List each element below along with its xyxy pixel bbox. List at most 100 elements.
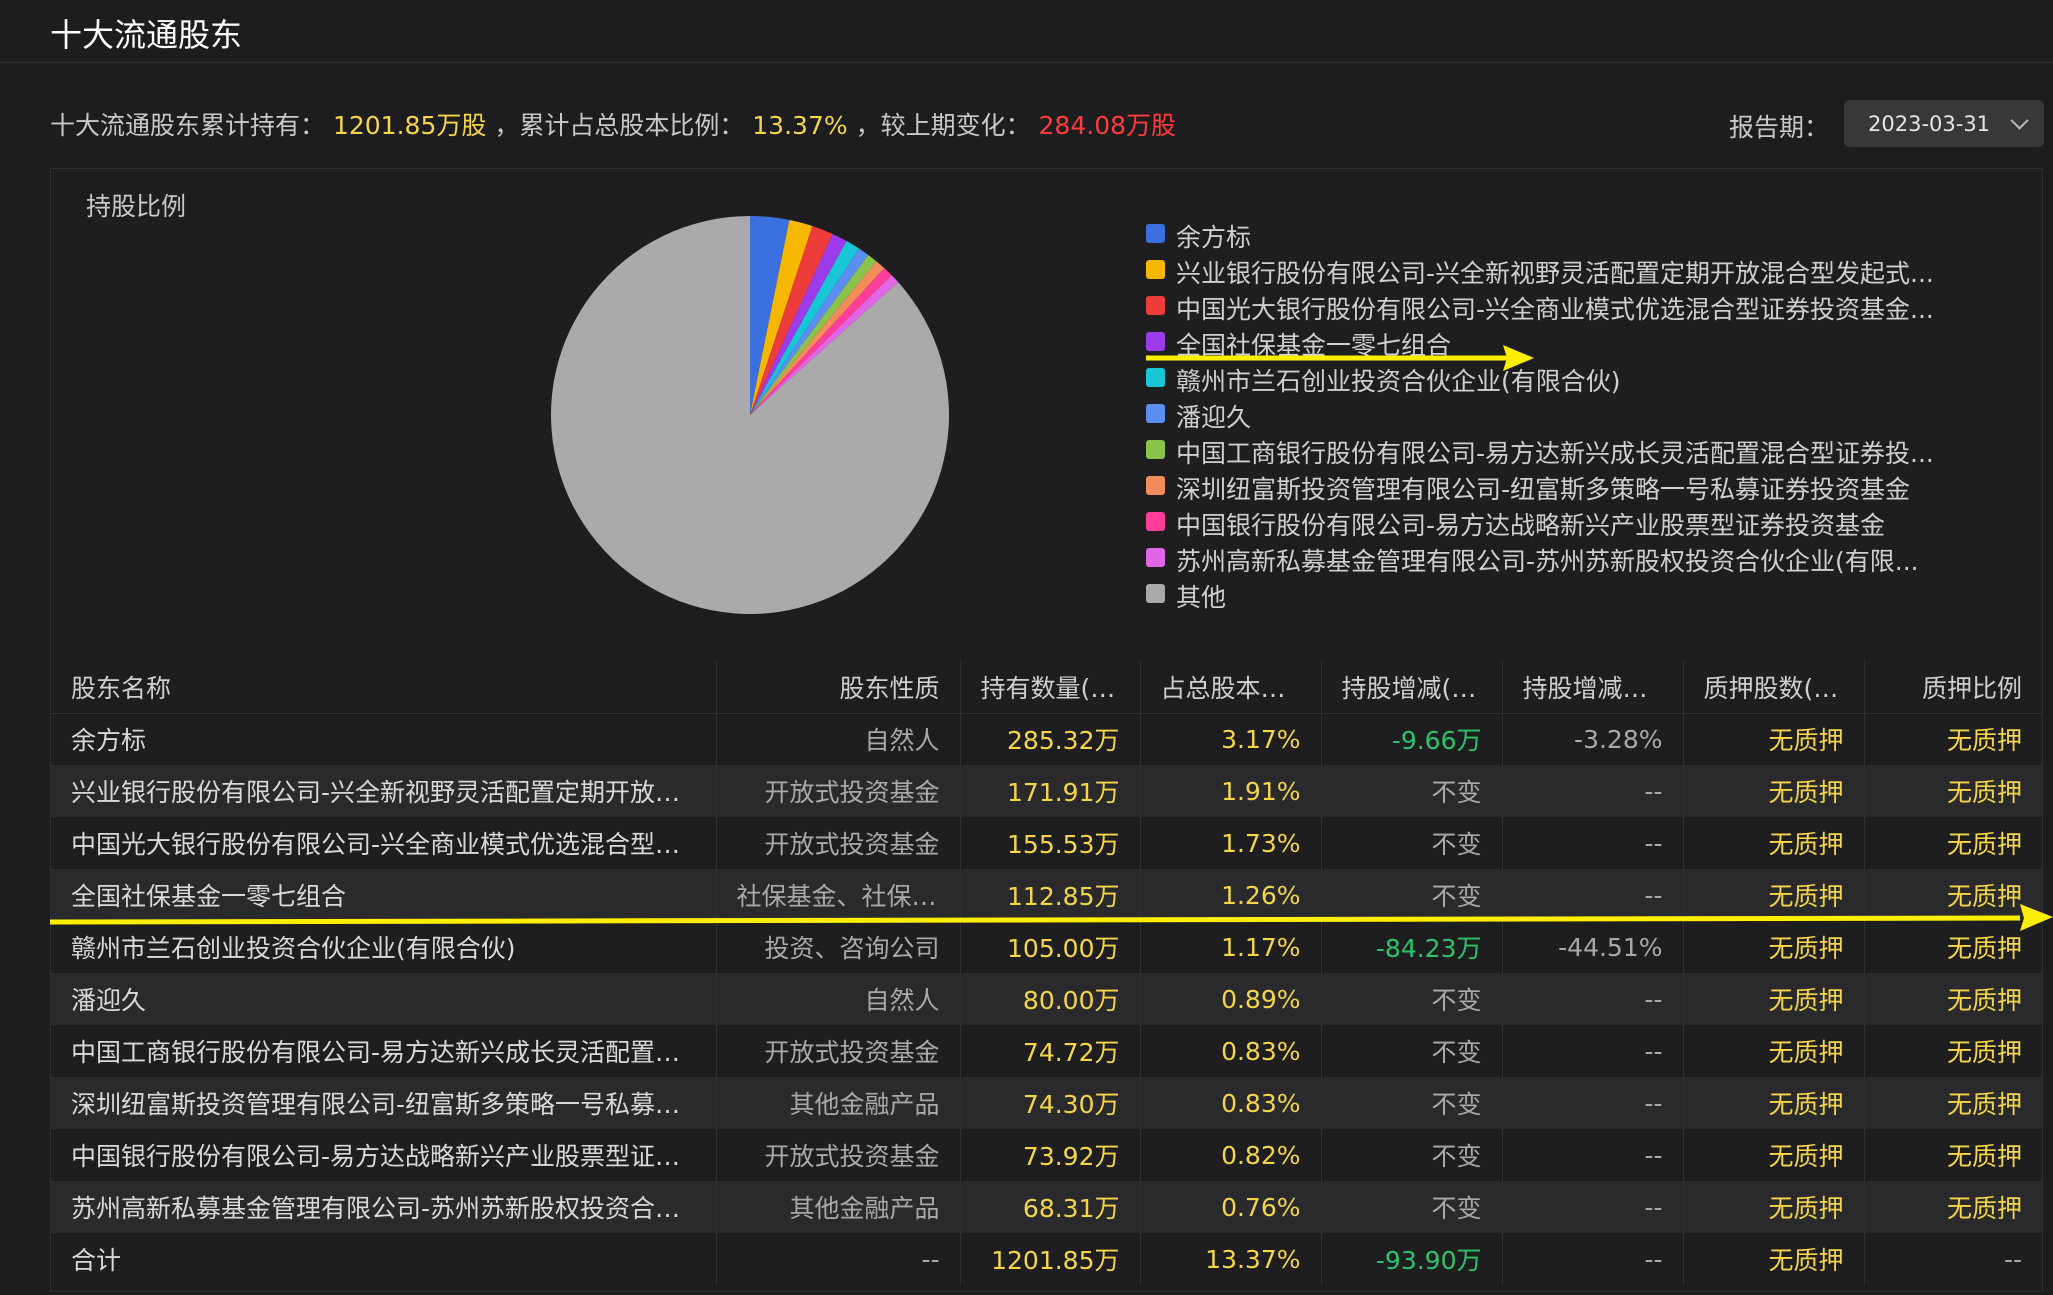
legend-swatch <box>1146 548 1165 567</box>
table-cell: 无质押 <box>1864 1077 2042 1129</box>
page-title: 十大流通股东 <box>50 16 243 54</box>
table-cell: 74.30万 <box>960 1077 1141 1129</box>
legend-swatch <box>1146 368 1165 387</box>
table-row[interactable]: 潘迎久 自然人 80.00万 0.89% 不变 -- 无质押 无质押 <box>51 973 2042 1025</box>
table-cell: 80.00万 <box>960 973 1141 1025</box>
table-row[interactable]: 深圳纽富斯投资管理有限公司-纽富斯多策略一号私募证券... 其他金融产品 74.30… <box>51 1077 2042 1129</box>
column-header[interactable]: 质押比例 <box>1864 661 2042 714</box>
table-cell: 0.82% <box>1140 1129 1322 1181</box>
table-cell: 不变 <box>1321 1077 1503 1129</box>
table-cell: 开放式投资基金 <box>716 1025 961 1077</box>
report-period-select[interactable]: 2023-03-31 <box>1844 100 2044 147</box>
table-cell: 其他金融产品 <box>716 1181 961 1233</box>
legend-label: 中国银行股份有限公司-易方达战略新兴产业股票型证券投资基金 <box>1176 511 1886 540</box>
table-cell: 无质押 <box>1683 869 1865 921</box>
table-cell: -- <box>2003 1244 2022 1274</box>
summary-ratio-label: ，累计占总股本比例： <box>494 111 745 140</box>
table-header-row: 股东名称 股东性质 持有数量(股) 占总股本比例 持股增减(股) 持股增减幅度 质押股数(股… <box>51 661 2042 714</box>
table-cell: 不变 <box>1321 1181 1503 1233</box>
table-cell: 1.26% <box>1140 869 1322 921</box>
table-cell: 投资、咨询公司 <box>716 921 961 973</box>
legend-label: 苏州高新私募基金管理有限公司-苏州苏新股权投资合伙企业(有限... <box>1176 547 1919 576</box>
table-cell: -- <box>1502 1181 1684 1233</box>
legend-swatch <box>1146 584 1165 603</box>
table-row[interactable]: 中国银行股份有限公司-易方达战略新兴产业股票型证券投... 开放式投资基金 73.9… <box>51 1129 2042 1181</box>
table-cell: 155.53万 <box>960 817 1141 869</box>
table-cell: 无质押 <box>1864 1181 2042 1233</box>
table-cell: 开放式投资基金 <box>716 817 961 869</box>
table-row[interactable]: 中国光大银行股份有限公司-兴全商业模式优选混合型证券... 开放式投资基金 155.… <box>51 817 2042 869</box>
chevron-down-icon <box>2010 111 2029 130</box>
table-cell: -- <box>1502 1025 1684 1077</box>
table-cell: 3.17% <box>1140 713 1322 765</box>
table-row[interactable]: 苏州高新私募基金管理有限公司-苏州苏新股权投资合伙企... 其他金融产品 68.31… <box>51 1181 2042 1233</box>
legend-swatch <box>1146 224 1165 243</box>
table-cell: 无质押 <box>1683 973 1865 1025</box>
table-cell: 无质押 <box>1683 921 1865 973</box>
table-cell: 自然人 <box>716 713 961 765</box>
table-cell: 深圳纽富斯投资管理有限公司-纽富斯多策略一号私募证券... <box>51 1077 717 1129</box>
chart-title: 持股比例 <box>86 192 187 221</box>
column-header[interactable]: 持有数量(股) <box>960 661 1141 714</box>
legend-swatch <box>1146 512 1165 531</box>
table-cell: 112.85万 <box>960 869 1141 921</box>
column-header[interactable]: 持股增减幅度 <box>1502 661 1684 714</box>
column-header[interactable]: 股东名称 <box>51 661 717 714</box>
legend-swatch <box>1146 404 1165 423</box>
table-cell: 无质押 <box>1683 1129 1865 1181</box>
legend-label: 赣州市兰石创业投资合伙企业(有限合伙) <box>1176 367 1621 396</box>
table-cell: 兴业银行股份有限公司-兴全新视野灵活配置定期开放混合... <box>51 765 717 817</box>
legend-label: 潘迎久 <box>1176 403 1252 432</box>
table-cell: 无质押 <box>1683 713 1865 765</box>
legend-label: 全国社保基金一零七组合 <box>1176 331 1452 360</box>
table-cell: 无质押 <box>1946 1142 2022 1171</box>
table-cell: 无质押 <box>1683 1025 1865 1077</box>
table-cell: -3.28% <box>1502 713 1684 765</box>
column-header[interactable]: 质押股数(股) <box>1683 661 1865 714</box>
table-cell: 开放式投资基金 <box>716 765 961 817</box>
table-body: 余方标 自然人 285.32万 3.17% -9.66万 -3.28% 无质押 无质押 兴业银行… <box>51 713 2042 1285</box>
table-cell: 无质押 <box>1946 1038 2022 1067</box>
legend-swatch <box>1146 296 1165 315</box>
table-cell: 0.89% <box>1140 973 1322 1025</box>
table-row[interactable]: 赣州市兰石创业投资合伙企业(有限合伙) 投资、咨询公司 105.00万 1.17% -8… <box>51 921 2042 973</box>
table-row[interactable]: 中国工商银行股份有限公司-易方达新兴成长灵活配置混合... 开放式投资基金 74.7… <box>51 1025 2042 1077</box>
title-bar: 十大流通股东 <box>0 0 2053 63</box>
table-cell: 0.83% <box>1140 1077 1322 1129</box>
table-cell: 0.83% <box>1140 1025 1322 1077</box>
table-cell: -- <box>1502 765 1684 817</box>
table-cell: 105.00万 <box>960 921 1141 973</box>
column-header[interactable]: 持股增减(股) <box>1321 661 1503 714</box>
table-cell: 68.31万 <box>960 1181 1141 1233</box>
table-total-row[interactable]: 合计 -- 1201.85万 13.37% -93.90万 -- 无质押 -- <box>51 1233 2042 1285</box>
table-cell: 中国工商银行股份有限公司-易方达新兴成长灵活配置混合... <box>51 1025 717 1077</box>
table-cell: 无质押 <box>1946 830 2022 859</box>
table-cell: -- <box>716 1233 961 1285</box>
table-row[interactable]: 全国社保基金一零七组合 社保基金、社保机... 112.85万 1.26% 不变 -- 无质… <box>51 869 2042 921</box>
legend-swatch <box>1146 332 1165 351</box>
table-cell: 73.92万 <box>960 1129 1141 1181</box>
summary-ratio-value: 13.37% <box>752 111 848 140</box>
table-row[interactable]: 余方标 自然人 285.32万 3.17% -9.66万 -3.28% 无质押 无质押 <box>51 713 2042 765</box>
table-cell: 13.37% <box>1140 1233 1322 1285</box>
table-cell: 不变 <box>1321 765 1503 817</box>
column-header[interactable]: 股东性质 <box>716 661 961 714</box>
legend-label: 其他 <box>1176 583 1227 612</box>
legend-swatch <box>1146 260 1165 279</box>
table-cell: -- <box>1502 869 1684 921</box>
table-row[interactable]: 兴业银行股份有限公司-兴全新视野灵活配置定期开放混合... 开放式投资基金 171.… <box>51 765 2042 817</box>
table-cell: 中国光大银行股份有限公司-兴全商业模式优选混合型证券... <box>51 817 717 869</box>
summary-change-label: ，较上期变化： <box>855 111 1031 140</box>
table-cell: 171.91万 <box>960 765 1141 817</box>
summary-line: 十大流通股东累计持有： 1201.85万股 ，累计占总股本比例： 13.37% … <box>50 106 1176 142</box>
column-header[interactable]: 占总股本比例 <box>1140 661 1322 714</box>
table-cell: 余方标 <box>51 713 717 765</box>
legend-label: 中国光大银行股份有限公司-兴全商业模式优选混合型证券投资基金... <box>1176 295 1934 324</box>
table-cell: 285.32万 <box>960 713 1141 765</box>
legend-swatch <box>1146 476 1165 495</box>
table-cell: 74.72万 <box>960 1025 1141 1077</box>
holders-table: 股东名称 股东性质 持有数量(股) 占总股本比例 持股增减(股) 持股增减幅度 质押股数(股… <box>51 661 2042 1285</box>
table-cell: 无质押 <box>1864 973 2042 1025</box>
table-cell: -- <box>1502 817 1684 869</box>
table-cell: 不变 <box>1321 869 1503 921</box>
